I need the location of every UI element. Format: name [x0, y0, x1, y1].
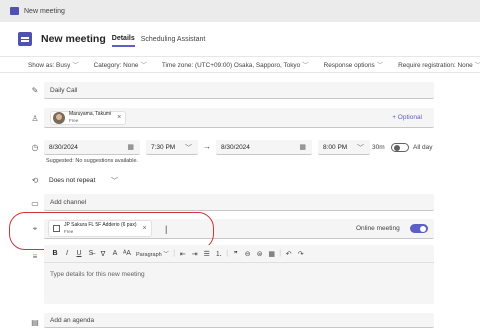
redo-icon[interactable]: ↷	[295, 250, 307, 258]
decrease-indent-icon[interactable]: ⇤	[177, 250, 189, 258]
italic-icon[interactable]: I	[61, 250, 73, 257]
attendees-input[interactable]: Maruyama, Takumi Free × + Optional	[44, 108, 434, 128]
meeting-title-value: Daily Call	[50, 86, 78, 94]
end-time-dropdown[interactable]: 8:00 PM ﹀	[318, 140, 370, 155]
chevron-down-icon: ﹀	[475, 62, 480, 69]
chevron-down-icon: ﹀	[302, 62, 309, 69]
calendar-icon	[18, 32, 32, 46]
add-people-icon: ♙	[31, 114, 39, 123]
meeting-details-editor[interactable]: B I U S̶ ∇ A ᴬA Paragraph ﹀ | ⇤ ⇥ ☰ ⒈ | …	[44, 245, 434, 304]
font-size-icon[interactable]: ᴬA	[121, 250, 133, 257]
attendee-chip[interactable]: Maruyama, Takumi Free ×	[50, 110, 127, 125]
pencil-icon: ✎	[31, 86, 39, 95]
response-options-dropdown[interactable]: Response options ﹀	[324, 60, 384, 69]
category-dropdown[interactable]: Category: None ﹀	[94, 60, 147, 69]
details-placeholder: Type details for this new meeting	[50, 271, 145, 278]
suggested-times-text: Suggested: No suggestions available.	[46, 158, 139, 164]
all-day-label: All day	[413, 144, 433, 151]
channel-icon: ▭	[31, 199, 39, 208]
meeting-title-input[interactable]: Daily Call	[44, 82, 434, 99]
highlight-icon[interactable]: ∇	[97, 250, 109, 258]
horizontal-rule-icon[interactable]: ⊜	[254, 250, 266, 258]
calendar-picker-icon: ▦	[299, 144, 306, 151]
details-lines-icon: ≡	[32, 252, 38, 261]
strikethrough-icon[interactable]: S̶	[85, 250, 97, 257]
online-meeting-label: Online meeting	[356, 225, 400, 232]
all-day-toggle[interactable]	[391, 143, 409, 152]
window-title: New meeting	[24, 7, 65, 15]
tab-scheduling-assistant[interactable]: Scheduling Assistant	[141, 33, 206, 46]
increase-indent-icon[interactable]: ⇥	[189, 250, 201, 258]
chevron-down-icon: ﹀	[357, 145, 364, 152]
teams-logo-icon	[10, 7, 19, 15]
attendee-name: Maruyama, Takumi	[69, 111, 112, 118]
require-registration-dropdown[interactable]: Require registration: None﹀	[398, 60, 480, 69]
add-agenda-placeholder: Add an agenda	[50, 316, 95, 324]
bold-icon[interactable]: B	[49, 250, 61, 257]
chevron-down-icon: ﹀	[140, 62, 147, 69]
attendee-status: Free	[69, 117, 79, 123]
page-title: New meeting	[41, 33, 106, 45]
online-meeting-toggle[interactable]	[410, 224, 428, 233]
end-date-picker[interactable]: 8/30/2024 ▦	[216, 140, 312, 155]
table-icon[interactable]: ▦	[266, 250, 278, 258]
arrow-right-icon: →	[203, 142, 211, 151]
add-channel-input[interactable]: Add channel	[44, 194, 434, 211]
window-titlebar: New meeting	[0, 0, 480, 22]
quote-icon[interactable]: ❞	[230, 250, 242, 258]
calendar-picker-icon: ▦	[127, 144, 134, 151]
chevron-down-icon: ﹀	[185, 145, 192, 152]
remove-attendee-close-icon[interactable]: ×	[117, 114, 121, 121]
numbered-list-icon[interactable]: ⒈	[213, 249, 225, 259]
chevron-down-icon: ﹀	[376, 62, 384, 69]
repeat-icon: ⟲	[31, 176, 39, 185]
options-bar: Show as: Busy ﹀ Category: None ﹀ Time zone…	[0, 56, 480, 73]
paragraph-dropdown[interactable]: Paragraph ﹀	[133, 250, 172, 258]
chevron-down-icon: ﹀	[111, 178, 118, 185]
repeat-dropdown[interactable]: Does not repeat ﹀	[44, 173, 122, 188]
agenda-icon: ▤	[31, 318, 39, 327]
start-time-dropdown[interactable]: 7:30 PM ﹀	[146, 140, 198, 155]
start-date-picker[interactable]: 8/30/2024 ▦	[44, 140, 140, 155]
bullet-list-icon[interactable]: ☰	[201, 250, 213, 258]
underline-icon[interactable]: U	[73, 250, 85, 257]
avatar	[53, 111, 65, 124]
optional-attendees-link[interactable]: + Optional	[392, 114, 422, 121]
font-color-icon[interactable]: A	[109, 250, 121, 257]
clock-icon: ◷	[31, 143, 39, 152]
time-zone-dropdown[interactable]: Time zone: (UTC+09:00) Osaka, Sapporo, T…	[162, 60, 309, 69]
duration-label: 30m	[372, 144, 385, 151]
formatting-toolbar: B I U S̶ ∇ A ᴬA Paragraph ﹀ | ⇤ ⇥ ☰ ⒈ | …	[44, 245, 434, 263]
show-as-dropdown[interactable]: Show as: Busy ﹀	[28, 60, 79, 69]
chevron-down-icon: ﹀	[72, 62, 79, 69]
tab-details[interactable]: Details	[111, 32, 135, 47]
undo-icon[interactable]: ↶	[283, 250, 295, 258]
add-agenda-input[interactable]: Add an agenda	[44, 313, 434, 328]
add-channel-placeholder: Add channel	[50, 198, 87, 206]
meeting-header: New meeting Details Scheduling Assistant	[0, 22, 480, 56]
link-icon[interactable]: ⊖	[242, 250, 254, 258]
